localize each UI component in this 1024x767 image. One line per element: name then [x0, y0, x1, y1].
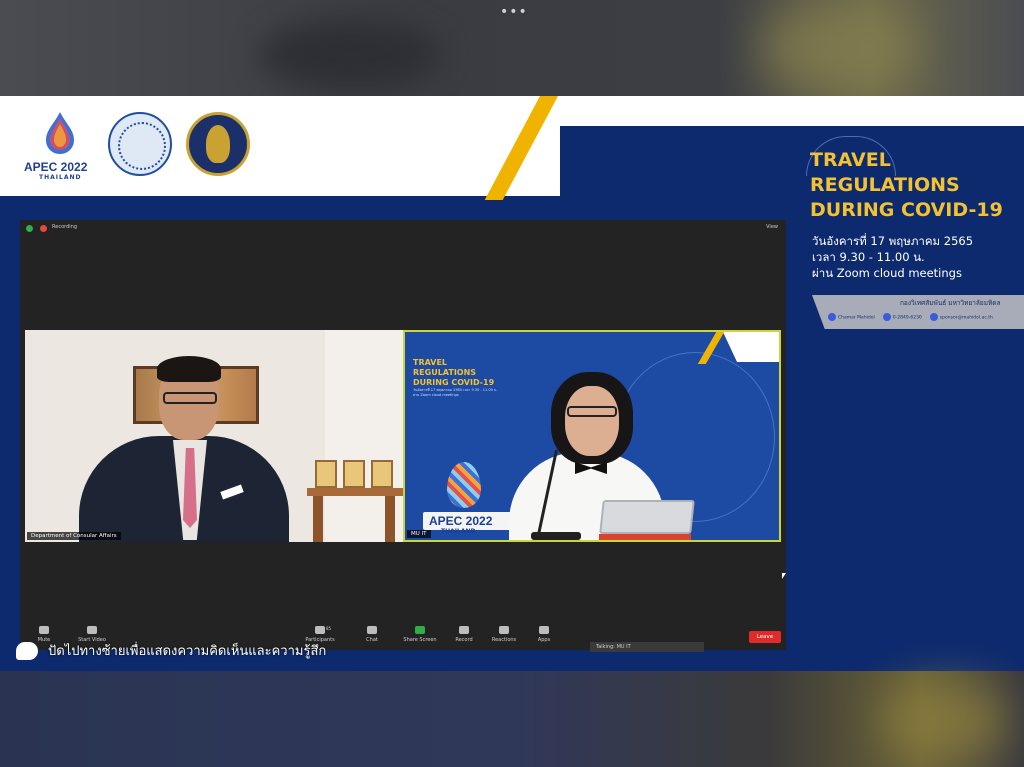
microphone-icon	[39, 626, 49, 634]
top-blurred-area: •••	[0, 0, 1024, 96]
video-tile-mu-it[interactable]: TRAVEL REGULATIONS DURING COVID-19 วันอั…	[403, 330, 781, 542]
talking-indicator: Talking: MU IT	[590, 642, 704, 652]
chat-icon	[367, 626, 377, 634]
apps-icon	[539, 626, 549, 634]
photo-frame	[371, 460, 393, 488]
record-label: Record	[455, 637, 473, 643]
shelf-leg	[385, 496, 395, 542]
zoom-meeting-window: Recording View Department of Consular Af…	[20, 220, 786, 652]
apps-button[interactable]: Apps	[524, 626, 564, 643]
zoom-top-bar: Recording View	[20, 220, 786, 238]
speaker-hair	[157, 356, 221, 382]
security-shield-icon[interactable]	[26, 225, 33, 232]
chat-button[interactable]: Chat	[352, 626, 392, 643]
laptop	[599, 500, 695, 534]
host-face	[565, 386, 619, 456]
recording-icon	[40, 225, 47, 232]
reactions-button[interactable]: Reactions	[484, 626, 524, 643]
desk-item	[599, 534, 691, 540]
participants-icon	[315, 626, 325, 634]
photo-frame	[343, 460, 365, 488]
event-info: วันอังคารที่ 17 พฤษภาคม 2565 เวลา 9.30 -…	[812, 233, 973, 281]
event-title-line: TRAVEL	[810, 149, 891, 171]
comment-hint-text: ปัดไปทางซ้ายเพื่อแสดงความคิดเห็นและความร…	[48, 644, 327, 659]
shelf-leg	[313, 496, 323, 542]
reactions-label: Reactions	[491, 637, 517, 643]
apec-logo: APEC 2022 THAILAND	[24, 112, 96, 182]
blur-blob	[760, 0, 920, 96]
phone-contact: 0-2849-6230	[882, 313, 922, 321]
comment-bubble-icon	[16, 641, 38, 660]
event-title-line: DURING COVID-19	[810, 199, 1003, 221]
record-icon	[459, 626, 469, 634]
contact-org: กองวิเทศสัมพันธ์ มหาวิทยาลัยมหิดล	[900, 299, 1001, 307]
apps-label: Apps	[537, 637, 551, 643]
tile-apec-subtext: THAILAND	[441, 528, 476, 535]
participant-name-tag: Department of Consular Affairs	[27, 532, 121, 540]
mail-icon	[929, 313, 938, 321]
tile-event-title: TRAVEL REGULATIONS DURING COVID-19	[413, 358, 495, 387]
apec-logo-subtext: THAILAND	[39, 174, 82, 181]
blur-blob	[880, 681, 1010, 761]
bottom-blurred-area	[0, 671, 1024, 767]
event-platform: ผ่าน Zoom cloud meetings	[812, 266, 962, 280]
video-tile-consular[interactable]: Department of Consular Affairs	[25, 330, 403, 542]
comment-hint[interactable]: ปัดไปทางซ้ายเพื่อแสดงความคิดเห็นและความร…	[16, 640, 326, 661]
apec-drop-icon	[447, 462, 481, 508]
apec-drop-icon	[46, 112, 74, 154]
participants-count: 85	[326, 626, 332, 631]
leave-button[interactable]: Leave	[749, 631, 781, 643]
event-title: TRAVEL REGULATIONS DURING COVID-19	[810, 148, 1003, 223]
more-dots-icon[interactable]: •••	[500, 4, 528, 20]
share-screen-icon	[415, 626, 425, 634]
blur-blob	[260, 20, 440, 90]
record-button[interactable]: Record	[444, 626, 484, 643]
chat-label: Chat	[366, 637, 378, 643]
tile-apec-logo: APEC 2022 THAILAND	[423, 456, 523, 536]
host-glasses	[567, 406, 617, 417]
event-date: วันอังคารที่ 17 พฤษภาคม 2565	[812, 234, 974, 248]
participant-name-tag: MU IT	[407, 530, 431, 538]
recording-label: Recording	[52, 224, 78, 230]
facebook-icon	[828, 313, 836, 321]
facebook-contact: Chamar Mahidol	[828, 313, 875, 321]
apec-logo-text: APEC 2022	[24, 160, 88, 174]
speaker-glasses	[163, 392, 217, 404]
banner-white-strip	[575, 96, 1024, 126]
share-screen-button[interactable]: Share Screen	[400, 626, 440, 643]
mahidol-seal-icon	[186, 112, 250, 176]
camera-icon	[87, 626, 97, 634]
mfa-seal-icon	[108, 112, 172, 176]
microphone-base	[531, 532, 581, 540]
tile-event-info: วันอังคารที่ 17 พฤษภาคม 2565 เวลา 9.30 -…	[413, 388, 498, 397]
contact-items: Chamar Mahidol 0-2849-6230 sponsor@mahid…	[828, 313, 993, 321]
event-time: เวลา 9.30 - 11.00 น.	[812, 250, 925, 264]
reactions-icon	[499, 626, 509, 634]
email-contact: sponsor@mahidol.ac.th	[929, 313, 993, 321]
mouse-cursor-icon	[782, 573, 786, 579]
view-button[interactable]: View	[766, 224, 778, 230]
shelf	[307, 488, 403, 496]
photo-frame	[315, 460, 337, 488]
share-screen-label: Share Screen	[403, 637, 437, 643]
event-title-line: REGULATIONS	[810, 174, 960, 196]
phone-icon	[882, 313, 891, 321]
